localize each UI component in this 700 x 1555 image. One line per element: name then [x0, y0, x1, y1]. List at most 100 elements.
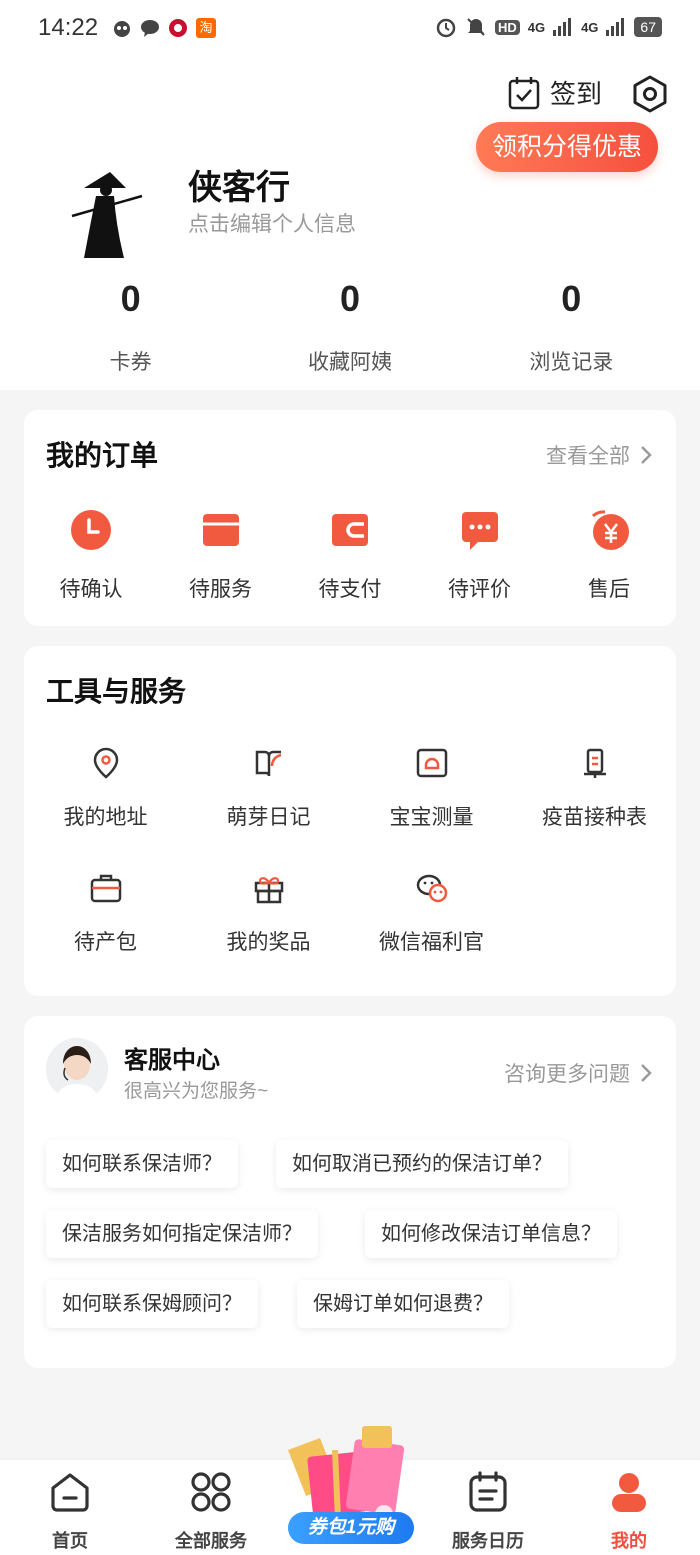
- nav-label: 我的: [611, 1531, 647, 1551]
- order-status-row: 待确认 待服务 待支付 待评价 售后: [24, 508, 676, 603]
- avatar[interactable]: [70, 166, 146, 262]
- network-label-1: 4G: [527, 19, 546, 35]
- tool-wechat-benefits[interactable]: 微信福利官: [350, 871, 513, 956]
- tool-label: 疫苗接种表: [542, 806, 647, 829]
- more-questions-link[interactable]: 咨询更多问题: [504, 1058, 652, 1088]
- card-icon: [202, 514, 239, 546]
- tool-label: 宝宝测量: [389, 806, 474, 829]
- tool-label: 萌芽日记: [226, 806, 311, 829]
- customer-service-card: 客服中心 很高兴为您服务~ 咨询更多问题 如何联系保洁师？ 如何取消已预约的保洁…: [24, 1016, 676, 1368]
- tool-label: 微信福利官: [379, 931, 484, 954]
- chevron-right-icon: [641, 446, 652, 464]
- checkin-button[interactable]: 签到: [508, 74, 602, 111]
- order-item-label: 售后: [588, 578, 630, 601]
- order-item-label: 待确认: [59, 578, 123, 601]
- more-questions-label: 咨询更多问题: [504, 1063, 630, 1086]
- clock-icon: [71, 510, 111, 550]
- calendar-check-icon: [508, 76, 540, 109]
- username[interactable]: 侠客行: [188, 160, 290, 209]
- tool-my-prizes[interactable]: 我的奖品: [187, 871, 350, 956]
- faq-chip[interactable]: 如何联系保洁师？: [46, 1140, 238, 1188]
- stat-favorites[interactable]: 0 收藏阿姨: [233, 278, 466, 376]
- signal-icon: [553, 18, 572, 36]
- tool-vaccine-schedule[interactable]: 疫苗接种表: [513, 746, 676, 831]
- nav-label: 全部服务: [175, 1531, 247, 1551]
- tool-baby-measure[interactable]: 宝宝测量: [350, 746, 513, 831]
- stat-value: 0: [120, 278, 141, 319]
- alarm-icon: [436, 18, 456, 38]
- order-pending-service[interactable]: 待服务: [166, 508, 276, 603]
- order-pending-confirm[interactable]: 待确认: [36, 508, 146, 603]
- vaccine-icon: [583, 748, 606, 778]
- stat-label: 卡券: [109, 351, 152, 374]
- stat-label: 浏览记录: [529, 351, 614, 374]
- location-icon: [93, 747, 118, 779]
- mute-icon: [467, 18, 485, 36]
- stat-coupons[interactable]: 0 卡券: [14, 278, 247, 376]
- message-icon: [141, 20, 160, 37]
- nav-service-calendar[interactable]: 服务日历: [433, 1460, 543, 1553]
- tool-label: 我的奖品: [226, 931, 311, 954]
- stat-history[interactable]: 0 浏览记录: [455, 278, 688, 376]
- view-all-orders-link[interactable]: 查看全部: [546, 440, 652, 470]
- status-bar: 14:22 淘 HD 4G 4G 67: [0, 0, 700, 56]
- edit-profile-hint[interactable]: 点击编辑个人信息: [188, 208, 356, 238]
- scale-icon: [416, 748, 447, 778]
- status-time: 14:22: [38, 14, 99, 41]
- stat-value: 0: [339, 278, 360, 319]
- agent-portrait-icon: [46, 1038, 108, 1100]
- tool-label: 待产包: [74, 931, 137, 954]
- nav-all-services[interactable]: 全部服务: [156, 1460, 266, 1553]
- wallet-icon: [332, 514, 368, 546]
- calendar-icon: [469, 1471, 507, 1512]
- customer-service-title: 客服中心: [124, 1047, 220, 1074]
- tools-title: 工具与服务: [46, 676, 187, 707]
- order-item-label: 待服务: [189, 578, 252, 601]
- faq-chip[interactable]: 如何联系保姆顾问？: [46, 1280, 258, 1328]
- user-icon: [612, 1473, 646, 1512]
- order-pending-review[interactable]: 待评价: [425, 508, 535, 603]
- wechat-icon: [416, 874, 447, 903]
- points-promo-badge[interactable]: 领积分得优惠: [475, 122, 658, 172]
- profile-stats: 0 卡券 0 收藏阿姨 0 浏览记录: [0, 278, 700, 376]
- order-after-sales[interactable]: 售后: [554, 508, 664, 603]
- faq-chip[interactable]: 保洁服务如何指定保洁师？: [46, 1210, 318, 1258]
- settings-icon[interactable]: [630, 74, 670, 114]
- orders-card: 我的订单 查看全部 待确认 待服务 待支付 待评价 售后: [24, 410, 676, 626]
- chevron-right-icon: [641, 1064, 652, 1082]
- nav-home[interactable]: 首页: [15, 1460, 125, 1553]
- network-label-2: 4G: [581, 19, 599, 35]
- coupon-pack-label[interactable]: 券包1元购: [288, 1512, 414, 1544]
- tool-diary[interactable]: 萌芽日记: [187, 746, 350, 831]
- status-right: HD 4G 4G 67: [435, 16, 662, 38]
- bank-app-icon: [169, 19, 188, 37]
- order-item-label: 待支付: [318, 578, 382, 601]
- grid-icon: [191, 1472, 231, 1512]
- tool-maternity-bag[interactable]: 待产包: [24, 871, 187, 956]
- taobao-app-icon: 淘: [196, 18, 217, 38]
- book-icon: [255, 750, 281, 777]
- faq-chip[interactable]: 如何修改保洁订单信息？: [365, 1210, 617, 1258]
- nav-label: 首页: [52, 1531, 88, 1551]
- nav-label: 服务日历: [452, 1531, 524, 1551]
- profile-header: 签到 领积分得优惠 侠客行 点击编辑个人信息 0 卡券 0 收藏阿姨 0 浏览记…: [0, 56, 700, 390]
- faq-chip[interactable]: 保姆订单如何退费？: [297, 1280, 509, 1328]
- nav-mine[interactable]: 我的: [574, 1460, 684, 1553]
- orders-title: 我的订单: [46, 440, 159, 471]
- hd-badge: HD: [494, 19, 520, 35]
- signal-icon-2: [606, 18, 625, 36]
- faq-chip[interactable]: 如何取消已预约的保洁订单？: [276, 1140, 568, 1188]
- order-pending-payment[interactable]: 待支付: [295, 508, 405, 603]
- cat-app-icon: [114, 21, 131, 37]
- gift-icon: [254, 877, 283, 904]
- order-item-label: 待评价: [448, 578, 511, 601]
- customer-service-avatar: [46, 1038, 108, 1100]
- view-all-label: 查看全部: [546, 445, 630, 468]
- tool-label: 我的地址: [63, 806, 148, 829]
- stat-value: 0: [561, 278, 582, 319]
- customer-service-subtitle: 很高兴为您服务~: [124, 1081, 269, 1102]
- checkin-label: 签到: [549, 79, 602, 109]
- battery-indicator: 67: [634, 17, 662, 37]
- home-icon: [51, 1473, 89, 1512]
- tool-my-address[interactable]: 我的地址: [24, 746, 187, 831]
